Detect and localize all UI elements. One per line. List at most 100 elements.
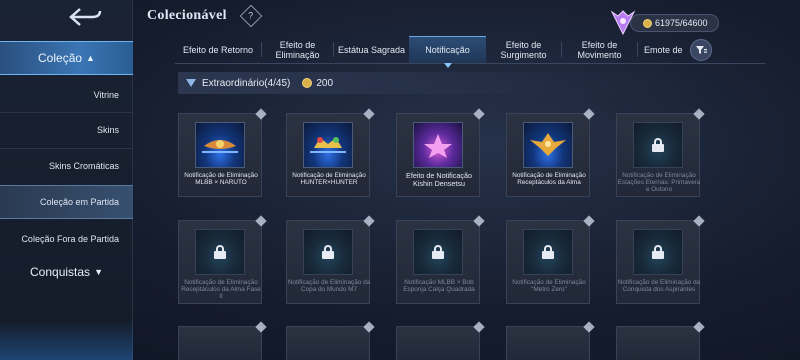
sidebar-item-label: Skins Cromáticas [48, 160, 119, 171]
notification-card-locked[interactable] [396, 321, 485, 360]
emblem-icon [202, 140, 238, 153]
category-tabs: Efeito de Retorno Efeito de Eliminação E… [175, 36, 765, 68]
help-icon-glyph: ? [248, 10, 254, 21]
sidebar-item-in-match-collection[interactable]: Coleção em Partida [0, 185, 133, 219]
emblem-icon [424, 134, 452, 158]
tab-label: Efeito de Eliminação [275, 39, 320, 60]
tab-label: Emote de [644, 44, 683, 55]
tab-elimination-effect[interactable]: Efeito de Eliminação [262, 36, 333, 63]
sidebar-section-collection[interactable]: Coleção ▲ [0, 41, 133, 75]
section-cost-value: 200 [316, 77, 334, 89]
tab-label: Efeito de Retorno [182, 44, 254, 55]
filter-button[interactable] [690, 39, 712, 61]
item-thumbnail [413, 122, 463, 168]
corner-ornament [693, 321, 705, 333]
notification-card-locked[interactable]: Notificação de Eliminação da Conquista d… [616, 215, 705, 304]
corner-ornament [583, 215, 595, 227]
corner-ornament [693, 215, 705, 227]
item-thumbnail [523, 122, 573, 168]
sidebar-item-out-match-collection[interactable]: Coleção Fora de Partida [0, 224, 133, 254]
sidebar-item-skins[interactable]: Skins [0, 118, 133, 142]
progress-pill: 61975/64600 [630, 14, 719, 32]
corner-ornament [255, 321, 267, 333]
notification-card-locked[interactable]: Notificação de Eliminação "Metro Zero" [506, 215, 595, 304]
lock-icon [652, 245, 664, 259]
card-label: Notificação de Eliminação MLBB × NARUTO [184, 172, 258, 186]
tab-return-effect[interactable]: Efeito de Retorno [175, 36, 261, 63]
item-thumbnail [195, 122, 245, 168]
tab-movement-effect[interactable]: Efeito de Movimento [562, 36, 637, 63]
sidebar-item-vitrine[interactable]: Vitrine [0, 85, 133, 105]
notification-card[interactable]: Notificação de Eliminação MLBB × NARUTO [178, 108, 267, 197]
emblem-icon [310, 137, 346, 153]
notification-card-locked[interactable] [506, 321, 595, 360]
tab-spawn-effect[interactable]: Efeito de Surgimento [486, 36, 561, 63]
collection-progress: 61975/64600 [608, 8, 719, 38]
notification-card[interactable]: Efeito de Notificação Kishin Densetsu [396, 108, 485, 197]
help-icon[interactable]: ? [239, 4, 263, 28]
chevron-up-icon: ▲ [86, 52, 95, 63]
tab-label: Efeito de Movimento [577, 39, 622, 60]
coin-icon [643, 18, 652, 28]
corner-ornament [583, 321, 595, 333]
chevron-down-icon: ▼ [94, 266, 103, 277]
card-label: Notificação de Eliminação Receptáculos d… [512, 172, 586, 186]
tab-sacred-statue[interactable]: Estátua Sagrada [334, 36, 409, 63]
section-title: Extraordinário(4/45) [202, 77, 291, 89]
collector-badge-icon [610, 10, 636, 36]
item-thumbnail [303, 229, 353, 275]
corner-ornament [255, 215, 267, 227]
card-label: Efeito de Notificação Kishin Densetsu [406, 171, 472, 188]
card-label: Notificação de Eliminação "Metro Zero" [512, 279, 586, 293]
sidebar-section-collection-label: Coleção [38, 50, 83, 65]
item-thumbnail [303, 122, 353, 168]
sidebar: Coleção ▲ Vitrine Skins Skins Cromáticas… [0, 0, 133, 360]
notification-card-locked[interactable] [286, 321, 375, 360]
notification-card-locked[interactable]: Notificação de Eliminação da Copa do Mun… [286, 215, 375, 304]
corner-ornament [363, 321, 375, 333]
sidebar-section-achievements[interactable]: Conquistas ▼ [0, 262, 133, 282]
corner-ornament [473, 215, 485, 227]
notification-card-locked[interactable] [616, 321, 705, 360]
back-arrow-icon [69, 8, 102, 26]
triangle-marker-icon [186, 79, 196, 87]
tab-label: Efeito de Surgimento [500, 39, 547, 60]
corner-ornament [693, 108, 705, 120]
lock-icon [432, 245, 444, 259]
corner-ornament [363, 215, 375, 227]
corner-ornament [255, 108, 267, 120]
back-button[interactable] [56, 4, 116, 30]
card-label: Notificação de Eliminação HUNTER×HUNTER [292, 172, 366, 186]
corner-ornament [473, 321, 485, 333]
tab-notification[interactable]: Notificação [409, 36, 486, 68]
tab-emote[interactable]: Emote de [638, 36, 688, 63]
notification-card-locked[interactable]: Notificação de Eliminação Receptáculos d… [178, 215, 267, 304]
emblem-icon [530, 133, 566, 156]
notification-card-locked[interactable]: Notificação de Eliminação Estações Etern… [616, 108, 705, 197]
sidebar-item-chromatic-skins[interactable]: Skins Cromáticas [0, 152, 133, 180]
rarity-section-header: Extraordinário(4/45) 200 [178, 72, 708, 94]
corner-ornament [583, 108, 595, 120]
card-label: Notificação MLBB × Bob Esponja Calça Qua… [403, 279, 475, 293]
notification-card[interactable]: Notificação de Eliminação HUNTER×HUNTER [286, 108, 375, 197]
card-label: Notificação de Eliminação Estações Etern… [617, 172, 701, 193]
item-thumbnail [413, 229, 463, 275]
sidebar-section-achievements-label: Conquistas [30, 264, 91, 279]
card-label: Notificação de Eliminação Receptáculos d… [181, 279, 261, 300]
sidebar-item-label: Vitrine [93, 89, 119, 100]
notification-card-locked[interactable] [178, 321, 267, 360]
sidebar-item-label: Coleção em Partida [39, 196, 119, 207]
notification-card[interactable]: Notificação de Eliminação Receptáculos d… [506, 108, 595, 197]
item-thumbnail [523, 229, 573, 275]
sidebar-item-label: Skins [96, 124, 119, 135]
lock-icon [322, 245, 334, 259]
notification-card-locked[interactable]: Notificação MLBB × Bob Esponja Calça Qua… [396, 215, 485, 304]
lock-icon [214, 245, 226, 259]
tab-label: Estátua Sagrada [337, 44, 406, 55]
section-cost: 200 [302, 78, 333, 89]
bottom-glow [0, 320, 133, 360]
lock-icon [542, 245, 554, 259]
coin-icon [302, 78, 313, 88]
card-label: Notificação de Eliminação da Copa do Mun… [287, 279, 371, 293]
corner-ornament [363, 108, 375, 120]
